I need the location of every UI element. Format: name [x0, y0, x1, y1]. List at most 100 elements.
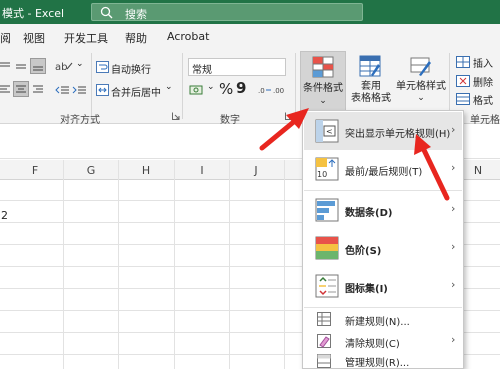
chevron-down-icon: ⌄: [417, 93, 425, 103]
currency-icon[interactable]: [189, 83, 205, 97]
chevron-down-icon: ⌄: [319, 96, 327, 106]
format-cells-icon: [456, 93, 470, 105]
merge-center-button[interactable]: 合并后居中: [111, 84, 161, 99]
menu-item-label: 数据条(D): [345, 208, 393, 219]
wrap-text-button[interactable]: 自动换行: [111, 61, 151, 76]
menu-item-label: 新建规则(N)...: [345, 317, 410, 328]
menu-item-label: 图标集(I): [345, 284, 388, 295]
ribbon-separator: [295, 53, 296, 119]
wrap-text-icon: [96, 61, 109, 73]
chevron-right-icon: ›: [451, 278, 456, 291]
menu-item-label: 最前/最后规则(T): [345, 167, 423, 178]
window-title: 模式 - Excel: [2, 7, 65, 20]
menu-item-label: 突出显示单元格规则(H): [345, 129, 451, 140]
align-bottom-icon: [33, 66, 43, 71]
conditional-formatting-icon: [312, 56, 334, 78]
svg-text:.00: .00: [273, 87, 284, 95]
increase-decimal-icon[interactable]: .0: [258, 84, 272, 96]
align-center-button[interactable]: [13, 81, 29, 97]
comma-style-button[interactable]: 9: [236, 79, 246, 97]
icon-sets-icon: [315, 274, 339, 298]
currency-dropdown-icon[interactable]: ⌄: [207, 82, 215, 92]
alignment-group-label: 对齐方式: [60, 115, 100, 126]
search-label: 搜索: [125, 8, 147, 21]
cell-styles-button[interactable]: 单元格样式 ⌄: [396, 51, 446, 107]
menu-item-data-bars[interactable]: 数据条(D) ›: [304, 191, 462, 229]
chevron-right-icon: ›: [451, 161, 456, 174]
align-left-icon[interactable]: [0, 84, 12, 96]
menu-item-icon-sets[interactable]: 图标集(I) ›: [304, 267, 462, 305]
svg-text:ab: ab: [55, 62, 67, 73]
merge-center-icon: [96, 84, 109, 96]
chevron-right-icon: ›: [451, 240, 456, 253]
menu-item-top-bottom-rules[interactable]: 10 最前/最后规则(T) ›: [304, 150, 462, 188]
align-top-icon[interactable]: [0, 61, 12, 73]
menu-item-color-scales[interactable]: 色阶(S) ›: [304, 229, 462, 267]
top-bottom-icon: 10: [315, 157, 339, 181]
data-bars-icon: [315, 198, 339, 222]
align-center-icon: [16, 85, 26, 93]
grid-line: [63, 160, 64, 369]
orientation-dropdown-icon[interactable]: ⌄: [76, 59, 84, 69]
conditional-formatting-menu: < 突出显示单元格规则(H) › 10 最前/最后规则(T) › 数据条(D) …: [302, 110, 464, 369]
ribbon-tabs: 阅 视图 开发工具 帮助 Acrobat: [0, 24, 500, 49]
insert-cells-button[interactable]: 插入: [473, 55, 493, 70]
orientation-icon[interactable]: ab: [55, 59, 75, 73]
decrease-indent-icon[interactable]: [55, 84, 69, 96]
delete-cells-icon: [456, 75, 470, 87]
align-middle-icon[interactable]: [15, 61, 27, 73]
tab-help[interactable]: 帮助: [125, 30, 147, 46]
highlight-cells-icon: <: [315, 119, 339, 143]
merge-dropdown-icon[interactable]: ⌄: [165, 82, 173, 92]
new-rule-icon: [317, 312, 331, 326]
decrease-decimal-icon[interactable]: .00: [273, 84, 287, 96]
svg-text:.0: .0: [258, 87, 265, 95]
column-header-g[interactable]: G: [81, 164, 101, 177]
chevron-right-icon: ›: [451, 123, 456, 136]
grid-line: [174, 160, 175, 369]
number-group-label: 数字: [220, 115, 240, 126]
menu-item-manage-rules[interactable]: 管理规则(R)...: [304, 352, 462, 369]
conditional-formatting-button[interactable]: 条件格式 ⌄: [300, 51, 346, 118]
tab-developer[interactable]: 开发工具: [64, 30, 108, 46]
conditional-formatting-label: 条件格式: [303, 83, 343, 94]
column-header-f[interactable]: F: [25, 164, 45, 177]
grid-line: [229, 160, 230, 369]
search-box[interactable]: 搜索: [91, 3, 363, 21]
menu-item-label: 清除规则(C): [345, 339, 400, 350]
ribbon-separator: [91, 53, 92, 119]
align-bottom-button[interactable]: [30, 58, 46, 74]
align-right-icon[interactable]: [32, 84, 44, 96]
increase-indent-icon[interactable]: [72, 84, 86, 96]
grid-line: [284, 160, 285, 369]
percent-button[interactable]: %: [219, 80, 233, 98]
chevron-right-icon: ›: [451, 202, 456, 215]
tab-acrobat[interactable]: Acrobat: [167, 30, 209, 43]
color-scales-icon: [315, 236, 339, 260]
dialog-launcher-icon[interactable]: [285, 112, 293, 120]
menu-item-new-rule[interactable]: 新建规则(N)...: [304, 308, 462, 330]
column-header-n[interactable]: N: [468, 164, 488, 177]
svg-text:10: 10: [317, 170, 327, 179]
clear-rules-icon: [317, 334, 331, 348]
chevron-right-icon: ›: [451, 333, 456, 346]
delete-cells-button[interactable]: 删除: [473, 74, 493, 89]
grid-line: [118, 160, 119, 369]
svg-text:<: <: [326, 127, 333, 136]
ribbon-separator: [182, 53, 183, 119]
tab-view[interactable]: 视图: [23, 30, 45, 46]
menu-item-highlight-cells-rules[interactable]: < 突出显示单元格规则(H) ›: [304, 112, 462, 150]
insert-cells-icon: [456, 56, 470, 68]
cell-value[interactable]: 2: [1, 209, 8, 222]
chevron-down-icon[interactable]: ⌄: [384, 92, 392, 102]
format-cells-button[interactable]: 格式: [473, 92, 493, 107]
tab-review[interactable]: 阅: [0, 30, 11, 46]
menu-item-clear-rules[interactable]: 清除规则(C) ›: [304, 330, 462, 352]
number-format-select[interactable]: 常规 ⌄: [188, 58, 286, 76]
cell-styles-icon: [410, 57, 431, 76]
column-header-i[interactable]: I: [192, 164, 212, 177]
menu-item-label: 色阶(S): [345, 246, 382, 257]
column-header-h[interactable]: H: [136, 164, 156, 177]
dialog-launcher-icon[interactable]: [172, 112, 180, 120]
column-header-j[interactable]: J: [246, 164, 266, 177]
